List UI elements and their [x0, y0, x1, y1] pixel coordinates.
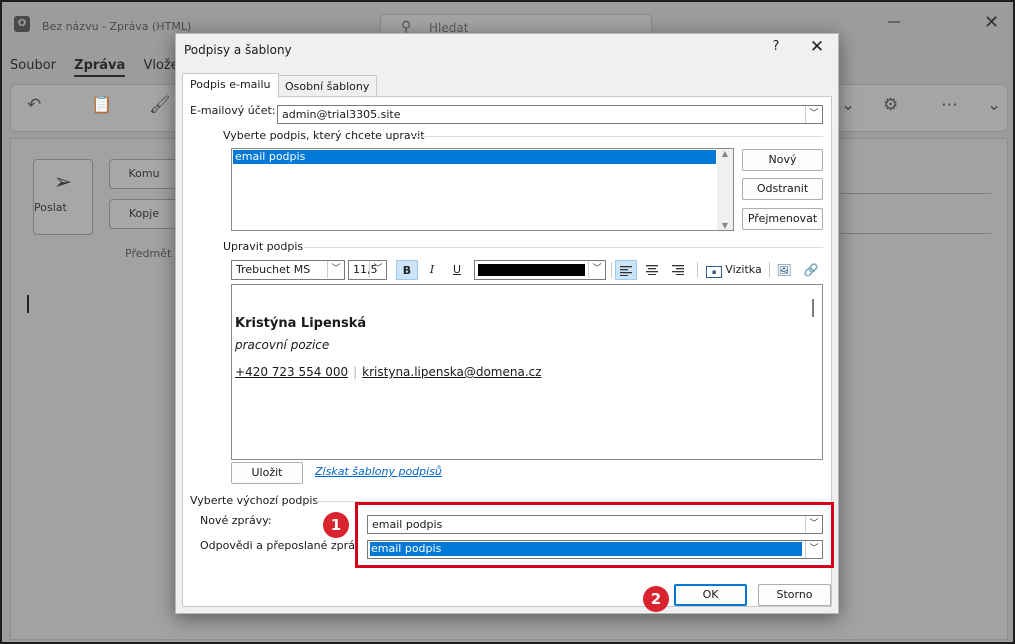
tab-file[interactable]: Soubor — [10, 58, 56, 73]
signature-contact-line: +420 723 554 000 | kristyna.lipenska@domen… — [235, 365, 542, 379]
highlight-frame — [355, 502, 834, 568]
font-color-select[interactable]: ﹀ — [474, 260, 606, 280]
align-center-button[interactable] — [641, 260, 663, 280]
signature-position: pracovní pozice — [235, 338, 330, 352]
signature-list[interactable]: email podpis ▲ ▼ — [231, 148, 734, 231]
align-left-icon — [620, 266, 632, 276]
italic-button[interactable]: I — [422, 260, 442, 280]
business-card-button[interactable]: ▪ Vizitka — [704, 260, 764, 280]
toolbar-separator — [769, 262, 770, 278]
new-button[interactable]: Nový — [742, 149, 823, 171]
get-templates-link[interactable]: Získat šablony podpisů — [315, 465, 442, 478]
picture-icon: 🖼 — [776, 263, 792, 277]
format-painter-icon[interactable]: 🖌 — [149, 95, 171, 115]
group-divider — [412, 136, 823, 137]
font-name-value: Trebuchet MS — [236, 263, 311, 276]
rename-button[interactable]: Přejmenovat — [742, 208, 823, 230]
font-name-select[interactable]: Trebuchet MS ﹀ — [231, 260, 345, 280]
align-right-button[interactable] — [667, 260, 689, 280]
window-title: Bez názvu - Zpráva (HTML) — [42, 20, 192, 33]
new-messages-label: Nové zprávy: — [200, 514, 272, 527]
delete-button[interactable]: Odstranit — [742, 178, 823, 200]
close-window-icon[interactable]: ✕ — [984, 12, 999, 33]
list-item[interactable]: email podpis — [233, 150, 716, 164]
subject-label: Předmět — [125, 247, 172, 260]
business-card-icon: ▪ — [706, 266, 723, 278]
outlook-logo-icon: O — [14, 16, 30, 32]
dropdown-chevron-icon[interactable]: ⌄ — [841, 95, 855, 115]
toolbar-separator — [697, 262, 698, 278]
more-options-icon[interactable]: ⋯ — [941, 95, 958, 115]
hyperlink-icon: 🔗 — [803, 263, 819, 277]
send-icon: ➢ — [53, 170, 73, 195]
sensitivity-icon[interactable]: ⚙ — [883, 95, 898, 115]
align-right-icon — [672, 265, 684, 275]
help-icon[interactable]: ? — [765, 39, 787, 54]
tab-email-signature[interactable]: Podpis e-mailu — [182, 73, 279, 98]
account-select[interactable]: admin@trial3305.site ﹀ — [277, 105, 823, 124]
to-field-line — [841, 193, 991, 194]
cc-button[interactable]: Kopje — [109, 199, 179, 229]
scroll-thumb[interactable] — [812, 299, 814, 317]
signature-name: Kristýna Lipenská — [235, 316, 367, 331]
ok-button[interactable]: OK — [674, 584, 747, 606]
default-signature-label: Vyberte výchozí podpis — [190, 494, 319, 507]
send-label: Poslat — [34, 201, 67, 214]
cc-field-line — [841, 233, 991, 234]
tab-personal-stationery[interactable]: Osobní šablony — [277, 75, 378, 98]
step-badge-2: 2 — [643, 586, 669, 612]
list-scrollbar[interactable]: ▲ ▼ — [717, 149, 733, 230]
select-signature-label: Vyberte podpis, který chcete upravit — [223, 129, 425, 142]
underline-button[interactable]: U — [447, 260, 467, 280]
align-left-button[interactable] — [615, 260, 637, 280]
edit-signature-label: Upravit podpis — [223, 240, 304, 253]
group-divider — [304, 247, 823, 248]
insert-link-button[interactable]: 🔗 — [800, 260, 822, 280]
clipboard-icon[interactable]: 📋 — [91, 95, 112, 115]
send-button[interactable]: ➢ Poslat — [33, 159, 93, 235]
replies-label: Odpovědi a přeposlané zprávy: — [200, 539, 358, 552]
signature-separator: | — [353, 365, 358, 379]
toolbar-separator — [611, 262, 612, 278]
account-value: admin@trial3305.site — [282, 108, 401, 121]
chevron-down-icon: ﹀ — [327, 261, 344, 278]
chevron-down-icon: ﹀ — [369, 261, 386, 278]
to-button[interactable]: Komu — [109, 159, 179, 189]
chevron-down-icon: ﹀ — [588, 261, 605, 278]
align-center-icon — [646, 265, 658, 275]
step-badge-1: 1 — [323, 512, 349, 538]
chevron-down-icon: ﹀ — [805, 106, 822, 123]
close-icon[interactable]: ✕ — [806, 37, 828, 57]
signature-phone[interactable]: +420 723 554 000 — [235, 365, 348, 379]
signature-email[interactable]: kristyna.lipenska@domena.cz — [362, 365, 541, 379]
dialog-title: Podpisy a šablony — [184, 43, 292, 57]
scroll-up-icon[interactable]: ▲ — [717, 149, 733, 158]
undo-icon[interactable]: ↶ — [27, 95, 41, 115]
business-card-label: Vizitka — [725, 263, 762, 276]
scroll-down-icon[interactable]: ▼ — [717, 221, 733, 230]
ribbon-collapse-icon[interactable]: ⌄ — [987, 95, 1001, 115]
minimize-icon[interactable]: — — [887, 14, 901, 30]
account-label: E-mailový účet: — [190, 104, 276, 117]
tab-message[interactable]: Zpráva — [74, 58, 126, 77]
cancel-button[interactable]: Storno — [758, 584, 831, 606]
signature-editor[interactable]: Kristýna Lipenská pracovní pozice +420 7… — [231, 284, 823, 460]
insert-picture-button[interactable]: 🖼 — [774, 260, 794, 280]
editor-scrollbar[interactable] — [806, 285, 822, 459]
text-caret — [27, 295, 29, 313]
font-size-select[interactable]: 11,5 ﹀ — [348, 260, 387, 280]
bold-button[interactable]: B — [396, 260, 418, 280]
color-swatch — [478, 264, 585, 276]
save-button[interactable]: Uložit — [231, 462, 303, 484]
